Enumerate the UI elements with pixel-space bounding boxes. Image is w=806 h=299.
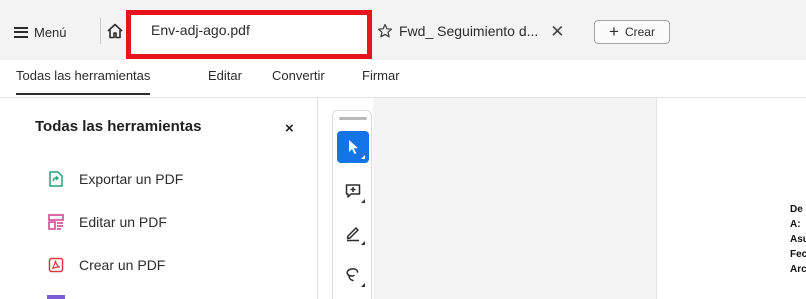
tool-label: Editar un PDF xyxy=(79,214,167,230)
export-pdf-icon xyxy=(49,171,63,187)
tool-edit-pdf[interactable]: Editar un PDF xyxy=(47,213,167,231)
panel-close-icon[interactable]: × xyxy=(285,120,294,137)
tab-divider xyxy=(100,18,101,44)
tool-create-pdf[interactable]: Crear un PDF xyxy=(47,256,165,274)
tool-label: Crear un PDF xyxy=(79,257,166,273)
tab-all-tools[interactable]: Todas las herramientas xyxy=(16,68,151,95)
menu-label: Menú xyxy=(34,24,67,40)
expand-indicator xyxy=(361,155,365,159)
tab-edit[interactable]: Editar xyxy=(208,68,242,83)
document-text-line: Asu xyxy=(790,234,806,245)
lasso-icon xyxy=(346,268,359,282)
document-page[interactable] xyxy=(656,98,806,299)
tools-tab-bar: Todas las herramientas Editar Convertir … xyxy=(0,60,806,98)
home-icon[interactable] xyxy=(106,22,124,40)
hamburger-icon xyxy=(14,26,28,38)
highlight-box xyxy=(126,10,372,59)
expand-indicator xyxy=(361,199,365,203)
expand-indicator xyxy=(361,283,365,287)
edit-pdf-icon xyxy=(48,214,64,230)
select-cursor-icon xyxy=(349,140,358,154)
drag-handle[interactable] xyxy=(339,117,367,120)
select-tool-button[interactable] xyxy=(337,131,369,163)
create-label: Crear xyxy=(624,25,655,39)
lasso-tool-button[interactable] xyxy=(337,259,369,291)
tab-document-2[interactable]: Fwd_ Seguimiento d... ✕ xyxy=(374,20,592,42)
tab-2-label: Fwd_ Seguimiento d... xyxy=(399,23,539,39)
document-text-line: Arc xyxy=(790,264,806,275)
menu-button[interactable]: Menú xyxy=(14,22,67,42)
tab-bar: Menú Env-adj-ago.pdf Fwd_ Seguimiento d.… xyxy=(0,0,806,60)
expand-indicator xyxy=(361,241,365,245)
plus-icon: + xyxy=(609,21,619,41)
create-pdf-icon xyxy=(48,257,64,273)
draw-pen-icon xyxy=(346,227,359,242)
add-comment-icon xyxy=(345,184,361,198)
app-window: Menú Env-adj-ago.pdf Fwd_ Seguimiento d.… xyxy=(0,0,806,299)
comment-tool-button[interactable] xyxy=(337,175,369,207)
tool-export-pdf[interactable]: Exportar un PDF xyxy=(47,170,183,188)
document-gutter xyxy=(373,98,656,299)
star-icon[interactable] xyxy=(377,23,393,39)
tool-label: Exportar un PDF xyxy=(79,171,184,187)
close-icon[interactable]: ✕ xyxy=(550,23,564,40)
document-text-line: Fec xyxy=(790,249,806,260)
quick-tools-strip xyxy=(332,110,372,299)
document-text-line: A: xyxy=(790,219,801,230)
tab-convert[interactable]: Convertir xyxy=(272,68,325,83)
create-button[interactable]: + Crear xyxy=(594,20,670,44)
all-tools-panel: Todas las herramientas × Exportar un PDF… xyxy=(0,98,318,299)
next-tool-icon xyxy=(47,295,65,299)
tab-sign[interactable]: Firmar xyxy=(362,68,400,83)
draw-tool-button[interactable] xyxy=(337,217,369,249)
panel-title: Todas las herramientas xyxy=(35,118,202,135)
document-text-line: De xyxy=(790,204,803,215)
